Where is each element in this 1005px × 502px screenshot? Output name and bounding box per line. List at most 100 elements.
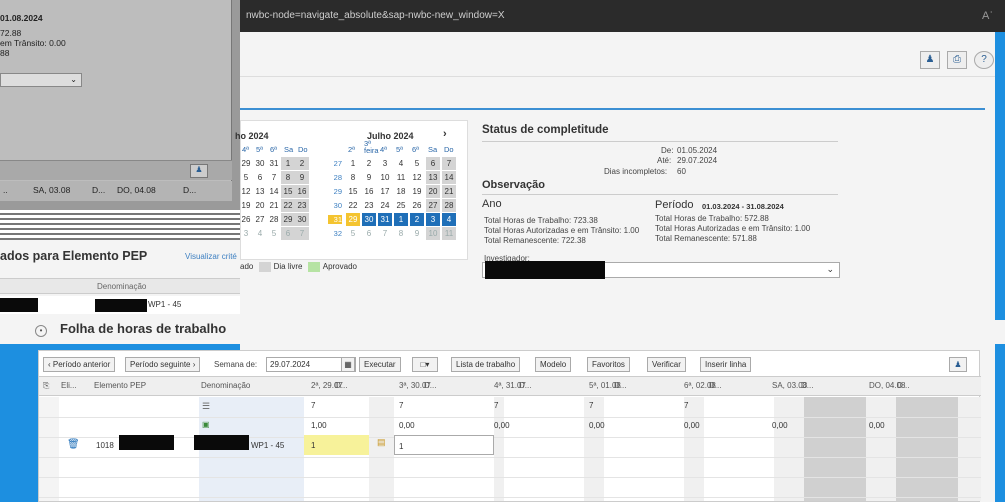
worklist-button[interactable]: Lista de trabalho — [451, 357, 521, 372]
calendar-day[interactable]: 13 — [426, 171, 440, 184]
calendar-day[interactable]: 12 — [239, 185, 253, 198]
document-icon[interactable]: □▾ — [412, 357, 438, 372]
calendar-day[interactable]: 2 — [410, 213, 424, 226]
ghost-dropdown[interactable]: ⌄ — [0, 73, 82, 87]
calendar-day[interactable]: 29 — [346, 213, 360, 226]
calendar-day[interactable]: 3 — [426, 213, 440, 226]
calendar-day[interactable]: 17 — [378, 185, 392, 198]
calendar-day[interactable]: 4 — [442, 213, 456, 226]
model-menu-button[interactable]: Modelo — [535, 357, 572, 372]
week-number[interactable]: 32 — [328, 229, 342, 238]
verify-button[interactable]: Verificar — [647, 357, 686, 372]
calendar-day[interactable]: 16 — [362, 185, 376, 198]
next-period-button[interactable]: Período seguinte › — [125, 357, 201, 372]
browser-url-bar[interactable]: nwbc-node=navigate_absolute&sap-nwbc-new… — [240, 0, 1005, 32]
calendar-day[interactable]: 31 — [378, 213, 392, 226]
calendar-day[interactable]: 8 — [394, 227, 408, 240]
collapse-icon[interactable]: • — [35, 325, 47, 337]
calendar-day[interactable]: 2 — [362, 157, 376, 170]
calendar-day[interactable]: 2 — [295, 157, 309, 170]
execute-button[interactable]: Executar — [359, 357, 401, 372]
insert-row-button[interactable]: Inserir linha — [700, 357, 752, 372]
calendar-day[interactable]: 26 — [239, 213, 253, 226]
calendar-day[interactable]: 28 — [442, 199, 456, 212]
calendar-day[interactable]: 6 — [253, 171, 267, 184]
calendar-day[interactable]: 22 — [281, 199, 295, 212]
calendar-day[interactable]: 20 — [253, 199, 267, 212]
calendar-day[interactable]: 1 — [394, 213, 408, 226]
calendar-day[interactable]: 30 — [295, 213, 309, 226]
week-number[interactable]: 30 — [328, 201, 342, 210]
calendar-day[interactable]: 27 — [253, 213, 267, 226]
calendar-day[interactable]: 7 — [442, 157, 456, 170]
person-plus-icon[interactable]: ♟ — [190, 164, 208, 178]
calendar-day[interactable]: 16 — [295, 185, 309, 198]
calendar-day[interactable]: 1 — [346, 157, 360, 170]
week-number[interactable]: 28 — [328, 173, 342, 182]
calendar-day[interactable]: 29 — [281, 213, 295, 226]
calendar-day[interactable]: 20 — [426, 185, 440, 198]
calendar-day[interactable]: 11 — [394, 171, 408, 184]
calendar-day[interactable]: 7 — [267, 171, 281, 184]
calendar-day[interactable]: 5 — [267, 227, 281, 240]
calendar-day[interactable]: 24 — [378, 199, 392, 212]
calendar-day[interactable]: 19 — [410, 185, 424, 198]
calendar-day[interactable]: 5 — [410, 157, 424, 170]
monday-hours-input[interactable]: 1 — [304, 435, 369, 455]
calendar-day[interactable]: 31 — [267, 157, 281, 170]
calendar-day[interactable]: 15 — [346, 185, 360, 198]
calendar-day[interactable]: 14 — [442, 171, 456, 184]
calendar-day[interactable]: 23 — [362, 199, 376, 212]
week-number[interactable]: 31 — [328, 215, 342, 224]
calendar-icon[interactable]: ▦ — [341, 357, 355, 372]
calendar-day[interactable]: 22 — [346, 199, 360, 212]
person-plus-icon[interactable]: ♟ — [949, 357, 967, 372]
calendar-day[interactable]: 4 — [394, 157, 408, 170]
next-month-arrow[interactable]: › — [443, 128, 447, 140]
calendar-day[interactable]: 19 — [239, 199, 253, 212]
calendar-day[interactable]: 10 — [426, 227, 440, 240]
calendar-day[interactable]: 8 — [281, 171, 295, 184]
calendar-day[interactable]: 9 — [362, 171, 376, 184]
calendar-day[interactable]: 21 — [442, 185, 456, 198]
calendar-day[interactable]: 4 — [253, 227, 267, 240]
calendar-day[interactable]: 18 — [394, 185, 408, 198]
previous-period-button[interactable]: ‹ Período anterior — [43, 357, 116, 372]
view-criteria-link[interactable]: Visualizar crité — [185, 252, 237, 261]
calendar-day[interactable]: 21 — [267, 199, 281, 212]
calendar-day[interactable]: 29 — [239, 157, 253, 170]
calendar-day[interactable]: 9 — [410, 227, 424, 240]
reader-mode-icon[interactable]: Aʾ — [982, 0, 993, 32]
tuesday-hours-input[interactable]: 1 — [394, 435, 494, 455]
calendar-day[interactable]: 27 — [426, 199, 440, 212]
calendar-day[interactable]: 23 — [295, 199, 309, 212]
calendar-day[interactable]: 30 — [253, 157, 267, 170]
pep-row[interactable]: WP1 - 45 — [0, 296, 240, 314]
favorites-menu-button[interactable]: Favoritos — [587, 357, 630, 372]
person-plus-icon[interactable]: ♟ — [920, 51, 940, 69]
calendar-day[interactable]: 14 — [267, 185, 281, 198]
delete-row-icon[interactable]: 🗑 — [67, 439, 80, 450]
calendar-day[interactable]: 5 — [346, 227, 360, 240]
calendar-day[interactable]: 28 — [267, 213, 281, 226]
investigator-select[interactable]: ⌄ — [482, 261, 840, 279]
calendar-day[interactable]: 10 — [378, 171, 392, 184]
calendar-day[interactable]: 6 — [426, 157, 440, 170]
calendar-day[interactable]: 26 — [410, 199, 424, 212]
calendar-day[interactable]: 1 — [281, 157, 295, 170]
help-icon[interactable]: ? — [974, 51, 994, 69]
calendar-day[interactable]: 15 — [281, 185, 295, 198]
week-number[interactable]: 27 — [328, 159, 342, 168]
calendar-day[interactable]: 12 — [410, 171, 424, 184]
calendar-day[interactable]: 30 — [361, 212, 377, 227]
calendar-day[interactable]: 6 — [362, 227, 376, 240]
calendar-day[interactable]: 11 — [442, 227, 456, 240]
week-number[interactable]: 29 — [328, 187, 342, 196]
calendar-day[interactable]: 6 — [281, 227, 295, 240]
calendar-day[interactable]: 8 — [346, 171, 360, 184]
calendar-day[interactable]: 7 — [295, 227, 309, 240]
calendar-day[interactable]: 13 — [253, 185, 267, 198]
note-icon[interactable]: ▤ — [377, 437, 386, 448]
print-icon[interactable]: ⎙ — [947, 51, 967, 69]
calendar-day[interactable]: 3 — [239, 227, 253, 240]
